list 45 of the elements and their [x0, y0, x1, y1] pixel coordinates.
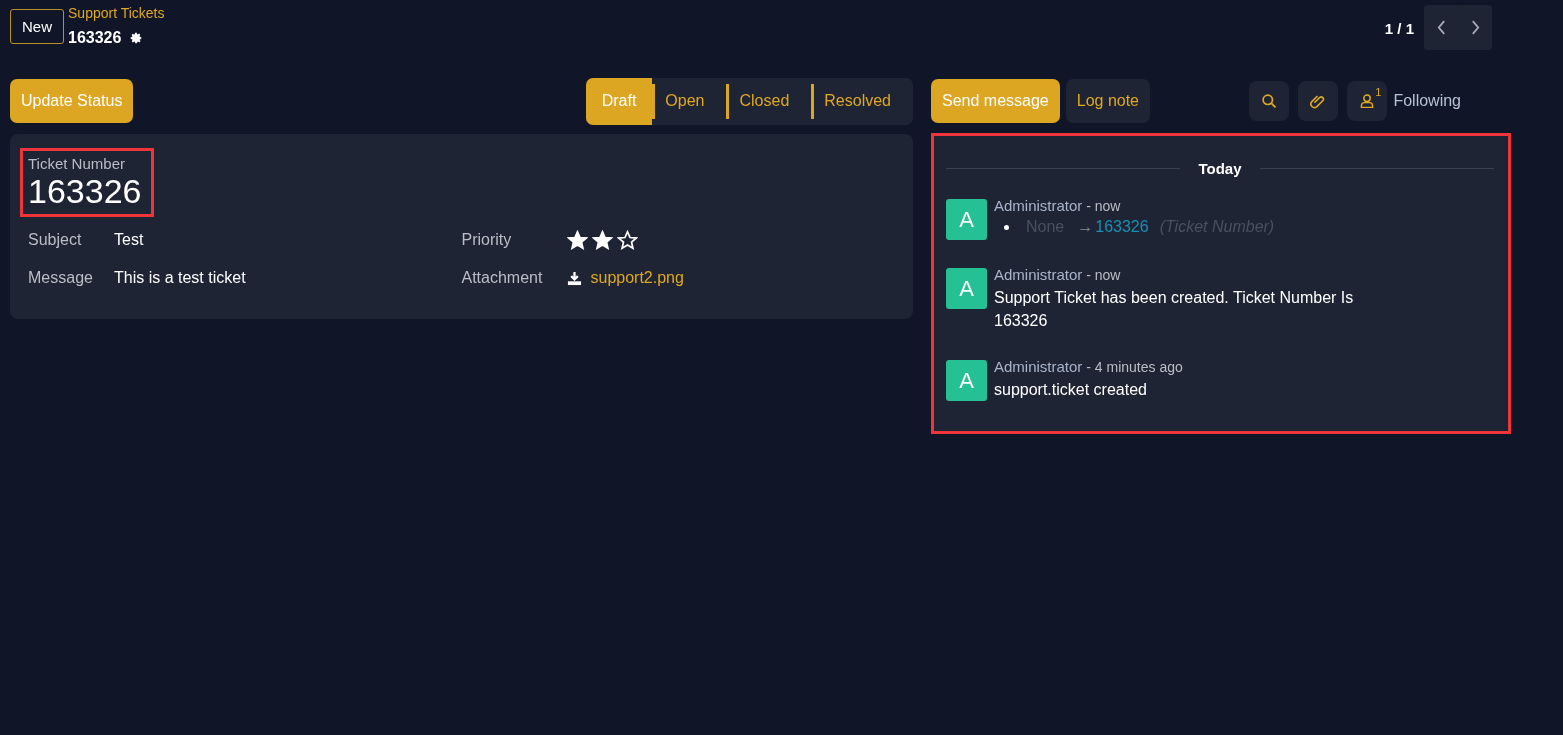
record-title: 163326 — [68, 29, 122, 47]
status-stage[interactable]: Resolved — [811, 83, 913, 119]
attachment-button[interactable] — [1298, 81, 1339, 121]
message-text: support.ticket created — [994, 380, 1148, 400]
date-separator: Today — [1198, 160, 1242, 177]
status-stage[interactable]: Open — [652, 83, 727, 119]
avatar: A — [946, 268, 987, 309]
bullet-dot — [1004, 224, 1009, 230]
author-name[interactable]: Administrator — [994, 358, 1083, 375]
new-value: 163326 — [1095, 218, 1149, 236]
arrow-glyph: → — [1077, 218, 1094, 236]
breadcrumb-link[interactable]: Support Tickets — [68, 5, 165, 21]
field-label: Priority — [461, 231, 513, 249]
search-button[interactable] — [1249, 81, 1290, 121]
field-label: Ticket Number — [28, 155, 126, 172]
field-value: Test — [114, 231, 144, 249]
field-label: Message — [28, 269, 94, 287]
chevron-left-icon — [1436, 20, 1446, 35]
search-icon — [1260, 92, 1278, 110]
attachment-link[interactable]: support2.png — [590, 269, 684, 287]
avatar: A — [946, 360, 987, 401]
field-value: This is a test ticket — [114, 269, 246, 287]
message-time: - now — [1085, 267, 1121, 283]
ticket-number: 163326 — [28, 172, 142, 210]
message-time: - 4 minutes ago — [1085, 359, 1183, 375]
avatar: A — [946, 199, 987, 240]
star-icon[interactable] — [591, 229, 613, 251]
log-note-button[interactable]: Log note — [1065, 79, 1150, 123]
download-icon[interactable] — [566, 270, 582, 286]
field-label: Subject — [28, 231, 83, 249]
star-icon[interactable] — [566, 229, 588, 251]
settings-icon[interactable] — [129, 31, 144, 45]
field-label: Attachment — [461, 269, 544, 287]
status-stage[interactable]: Closed — [726, 83, 812, 119]
author-name[interactable]: Administrator — [994, 266, 1083, 283]
star-icon[interactable] — [616, 229, 638, 251]
new-button[interactable]: New — [10, 9, 64, 44]
person-icon — [1359, 93, 1376, 109]
author-name[interactable]: Administrator — [994, 197, 1083, 214]
pager-counter: 1 / 1 — [1384, 20, 1414, 37]
message-time: - now — [1085, 198, 1121, 214]
chevron-right-icon — [1470, 20, 1480, 35]
message-text: Support Ticket has been created. Ticket Number Is 163326 — [994, 288, 1355, 331]
following-button[interactable]: Following — [1393, 92, 1461, 110]
followers-button[interactable]: 1 — [1347, 81, 1388, 121]
